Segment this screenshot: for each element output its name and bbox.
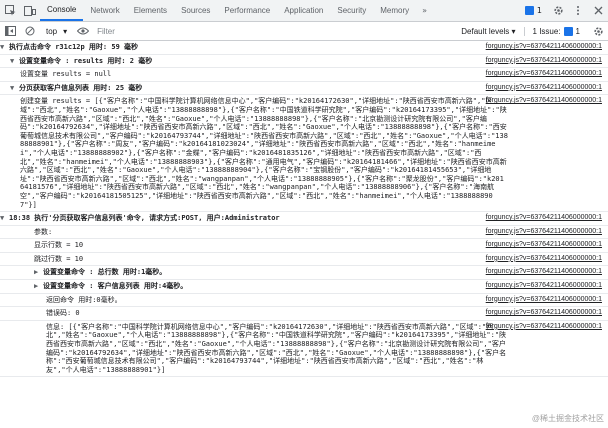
source-link[interactable]: forguncy.js?v=63764211406000000:1 xyxy=(486,214,602,223)
tab-network[interactable]: Network xyxy=(83,0,126,21)
console-message-text: 设置变量 results = null xyxy=(20,70,112,79)
source-link[interactable]: forguncy.js?v=63764211406000000:1 xyxy=(486,57,602,66)
expanded-triangle-icon[interactable]: ▼ xyxy=(10,84,19,93)
settings-gear-icon[interactable] xyxy=(548,0,568,21)
console-message-text: 设置变量命令 : results 用时: 2 毫秒 xyxy=(19,56,153,65)
console-message: 显示行数 = 10 forguncy.js?v=63764211406000000… xyxy=(0,239,608,253)
console-message-text: 18:38 执行'分页获取客户信息列表'命令, 请求方式:POST, 用户:Ad… xyxy=(9,214,280,223)
expanded-triangle-icon[interactable]: ▼ xyxy=(10,57,19,66)
console-toolbar: top ▾ Filter Default levels ▾ 1 Issue: 1 xyxy=(0,22,608,41)
console-message: 信息: [{"客户名称":"中国科学院计算机网络信息中心","客户编码":"k2… xyxy=(0,321,608,378)
console-message-text: 创建变量 results = [{"客户名称":"中国科学院计算机网络信息中心"… xyxy=(20,97,508,209)
console-message-text: 设置变量命令 : 总行数 用时:1毫秒。 xyxy=(43,268,167,277)
tab-console[interactable]: Console xyxy=(40,0,84,21)
source-link[interactable]: forguncy.js?v=63764211406000000:1 xyxy=(486,228,602,237)
issues-button[interactable]: 1 Issue: 1 xyxy=(523,26,588,36)
more-tabs-icon[interactable]: » xyxy=(416,0,433,21)
source-link[interactable]: forguncy.js?v=63764211406000000:1 xyxy=(486,323,602,332)
source-link[interactable]: forguncy.js?v=63764211406000000:1 xyxy=(486,268,602,277)
devtools-tab-bar: Console Network Elements Sources Performance… xyxy=(0,0,608,22)
context-selector[interactable]: top ▾ xyxy=(40,27,73,36)
issues-badge[interactable]: 1 xyxy=(519,0,548,21)
tab-security[interactable]: Security xyxy=(330,0,373,21)
issue-label: 1 Issue: xyxy=(532,26,561,36)
console-message: 设置变量 results = null forguncy.js?v=6376421… xyxy=(0,68,608,82)
console-message-text: 返回命令 用时:0毫秒。 xyxy=(46,295,122,304)
live-expression-eye-icon[interactable] xyxy=(73,27,93,35)
tab-sources[interactable]: Sources xyxy=(174,0,217,21)
more-options-icon[interactable] xyxy=(568,0,588,21)
chevron-down-icon: ▾ xyxy=(63,26,68,36)
console-group[interactable]: ▶ 设置变量命令 : 客户信息列表 用时:4毫秒。 forguncy.js?v=63… xyxy=(0,280,608,294)
console-message: 参数: forguncy.js?v=63764211406000000:1 xyxy=(0,226,608,240)
console-group[interactable]: ▶ 设置变量命令 : 总行数 用时:1毫秒。 forguncy.js?v=63764… xyxy=(0,266,608,281)
log-levels-dropdown[interactable]: Default levels ▾ xyxy=(453,27,523,36)
source-link[interactable]: forguncy.js?v=63764211406000000:1 xyxy=(486,282,602,291)
source-link[interactable]: forguncy.js?v=63764211406000000:1 xyxy=(486,70,602,79)
console-message: 跳过行数 = 10 forguncy.js?v=63764211406000000… xyxy=(0,253,608,267)
source-link[interactable]: forguncy.js?v=63764211406000000:1 xyxy=(486,97,602,106)
tab-application[interactable]: Application xyxy=(277,0,330,21)
issue-icon xyxy=(563,26,573,36)
expanded-triangle-icon[interactable]: ▼ xyxy=(0,43,9,52)
console-message: 创建变量 results = [{"客户名称":"中国科学院计算机网络信息中心"… xyxy=(0,95,608,213)
context-label: top xyxy=(46,26,58,36)
inspect-element-icon[interactable] xyxy=(0,0,20,21)
tab-elements[interactable]: Elements xyxy=(127,0,174,21)
console-message-text: 参数: xyxy=(34,227,53,236)
console-message-text: 跳过行数 = 10 xyxy=(34,254,84,263)
console-message-text: 设置变量命令 : 客户信息列表 用时:4毫秒。 xyxy=(43,282,188,291)
issue-icon xyxy=(524,6,534,15)
console-message-text: 信息: [{"客户名称":"中国科学院计算机网络信息中心","客户编码":"k2… xyxy=(46,322,507,374)
source-link[interactable]: forguncy.js?v=63764211406000000:1 xyxy=(486,241,602,250)
source-link[interactable]: forguncy.js?v=63764211406000000:1 xyxy=(486,255,602,264)
console-settings-gear-icon[interactable] xyxy=(588,26,608,37)
console-message: 错误码: 0 forguncy.js?v=63764211406000000:1 xyxy=(0,307,608,321)
source-link[interactable]: forguncy.js?v=63764211406000000:1 xyxy=(486,43,602,52)
console-message-text: 显示行数 = 10 xyxy=(34,241,84,250)
clear-console-icon[interactable] xyxy=(20,26,40,36)
filter-input[interactable]: Filter xyxy=(93,24,213,39)
watermark: @稀土掘金技术社区 xyxy=(531,414,604,423)
issues-count: 1 xyxy=(536,6,542,15)
device-toolbar-icon[interactable] xyxy=(20,0,40,21)
expanded-triangle-icon[interactable]: ▼ xyxy=(0,214,9,223)
close-devtools-icon[interactable] xyxy=(588,0,608,21)
console-group[interactable]: ▼ 18:38 执行'分页获取客户信息列表'命令, 请求方式:POST, 用户:A… xyxy=(0,212,608,226)
console-output: ▼ 执行点击命令 r31c12p 用时: 59 毫秒 forguncy.js?v=6… xyxy=(0,41,608,428)
collapsed-triangle-icon[interactable]: ▶ xyxy=(34,268,43,277)
collapsed-triangle-icon[interactable]: ▶ xyxy=(34,282,43,291)
console-group[interactable]: ▼ 设置变量命令 : results 用时: 2 毫秒 forguncy.js?v=… xyxy=(0,55,608,69)
console-group[interactable]: ▼ 执行点击命令 r31c12p 用时: 59 毫秒 forguncy.js?v=6… xyxy=(0,41,608,55)
source-link[interactable]: forguncy.js?v=63764211406000000:1 xyxy=(486,296,602,305)
source-link[interactable]: forguncy.js?v=63764211406000000:1 xyxy=(486,84,602,93)
tab-performance[interactable]: Performance xyxy=(217,0,277,21)
source-link[interactable]: forguncy.js?v=63764211406000000:1 xyxy=(486,309,602,318)
console-message-text: 分页获取客户信息列表 用时: 25 毫秒 xyxy=(19,83,143,92)
console-message: 返回命令 用时:0毫秒。 forguncy.js?v=63764211406000… xyxy=(0,294,608,308)
console-message-text: 执行点击命令 r31c12p 用时: 59 毫秒 xyxy=(9,43,139,51)
sidebar-toggle-icon[interactable] xyxy=(0,26,20,36)
issue-count: 1 xyxy=(575,26,580,36)
tab-memory[interactable]: Memory xyxy=(373,0,416,21)
console-message-text: 错误码: 0 xyxy=(46,309,80,318)
console-group[interactable]: ▼ 分页获取客户信息列表 用时: 25 毫秒 forguncy.js?v=63764… xyxy=(0,82,608,96)
